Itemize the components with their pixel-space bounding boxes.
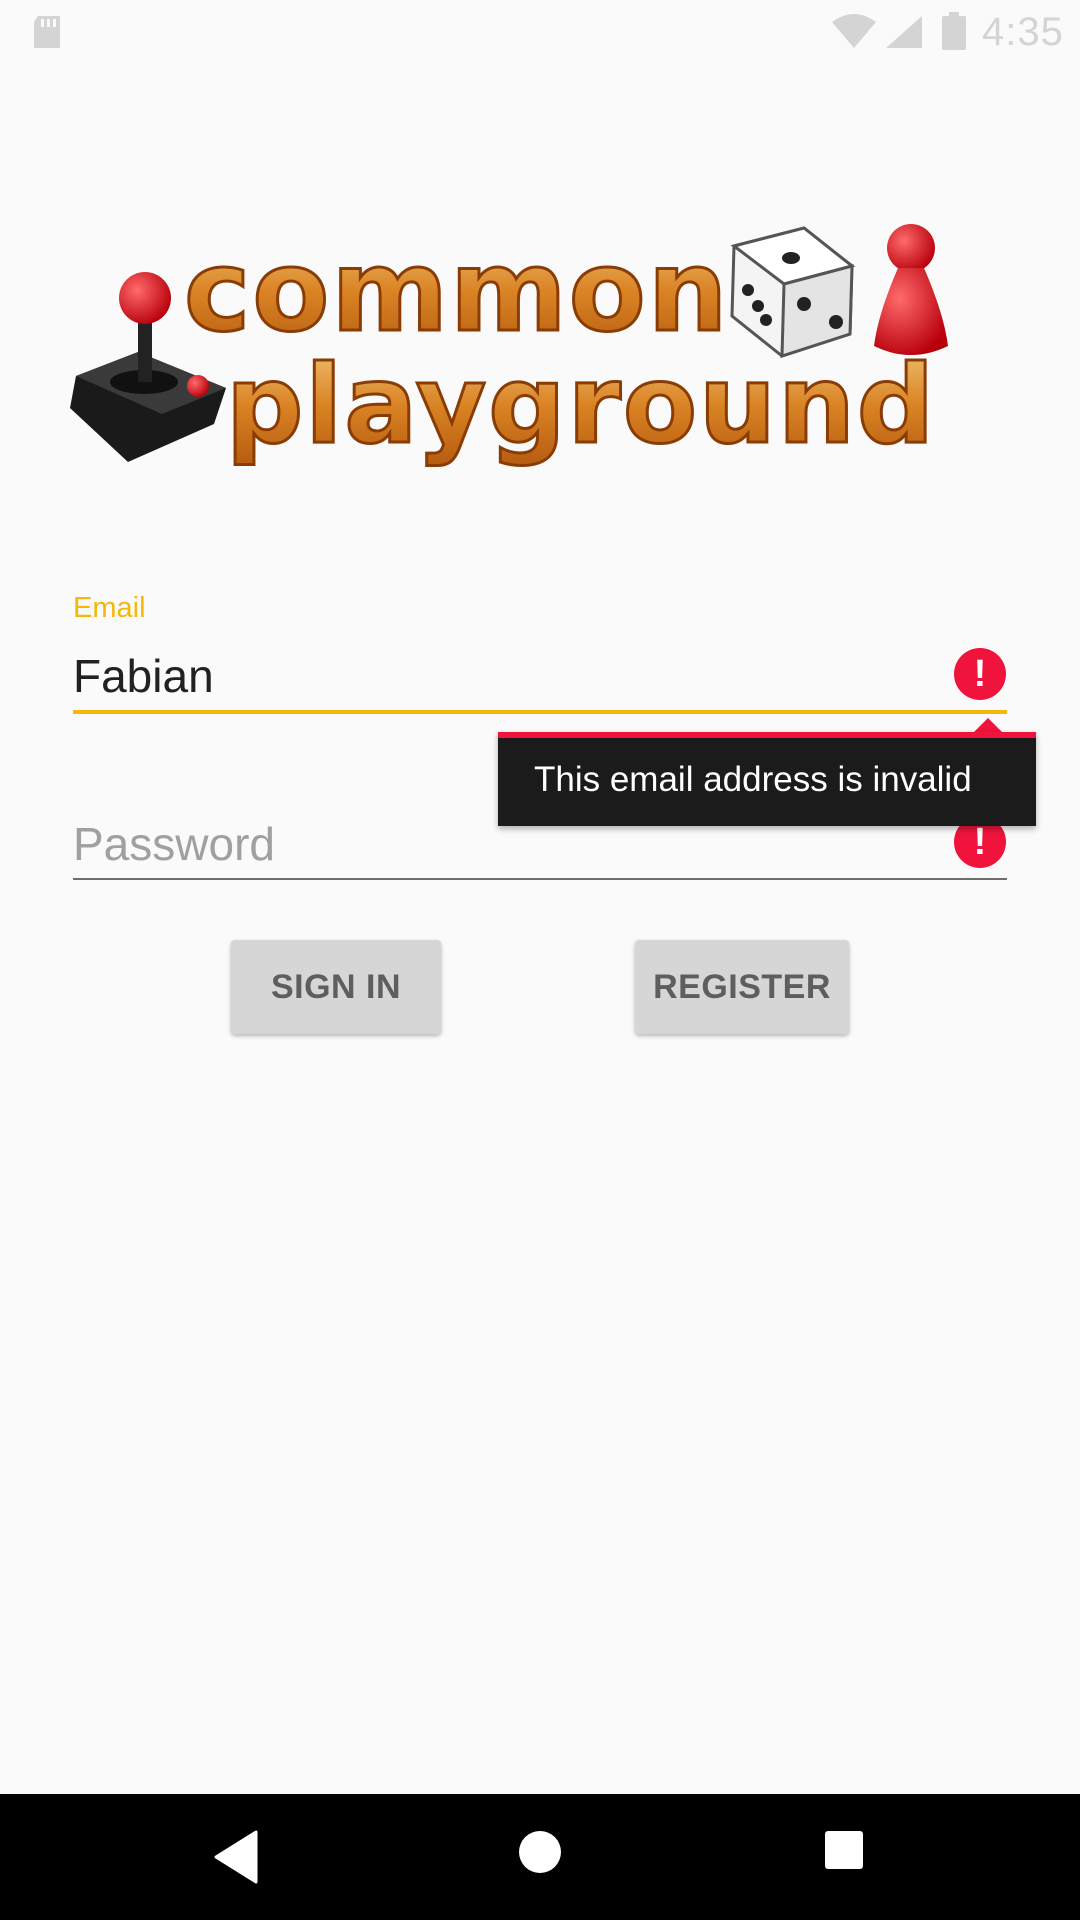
game-pawn-icon — [874, 224, 948, 355]
email-input[interactable] — [73, 640, 933, 712]
recent-apps-icon[interactable] — [824, 1830, 864, 1870]
register-button[interactable]: REGISTER — [635, 940, 849, 1034]
status-bar: 4:35 — [0, 0, 1080, 63]
back-icon[interactable] — [214, 1830, 258, 1884]
email-label: Email — [73, 592, 146, 624]
sign-in-button[interactable]: SIGN IN — [231, 940, 441, 1034]
logo-line1: common — [184, 227, 729, 357]
error-tooltip-text: This email address is invalid — [534, 760, 972, 799]
dice-icon — [730, 226, 856, 359]
password-underline — [73, 878, 1007, 880]
email-underline — [73, 710, 1007, 714]
email-error-icon: ! — [954, 648, 1006, 700]
error-tooltip: This email address is invalid — [498, 732, 1036, 826]
home-icon[interactable] — [518, 1830, 562, 1874]
sd-card-icon — [34, 16, 60, 48]
error-tooltip-arrow — [974, 718, 1002, 732]
app-logo: common playground — [66, 218, 998, 468]
wifi-icon — [832, 14, 876, 48]
status-time: 4:35 — [982, 10, 1064, 54]
logo-line2: playground — [226, 343, 936, 468]
signal-icon — [886, 16, 922, 48]
battery-icon — [942, 12, 966, 50]
navigation-bar — [0, 1794, 1080, 1920]
